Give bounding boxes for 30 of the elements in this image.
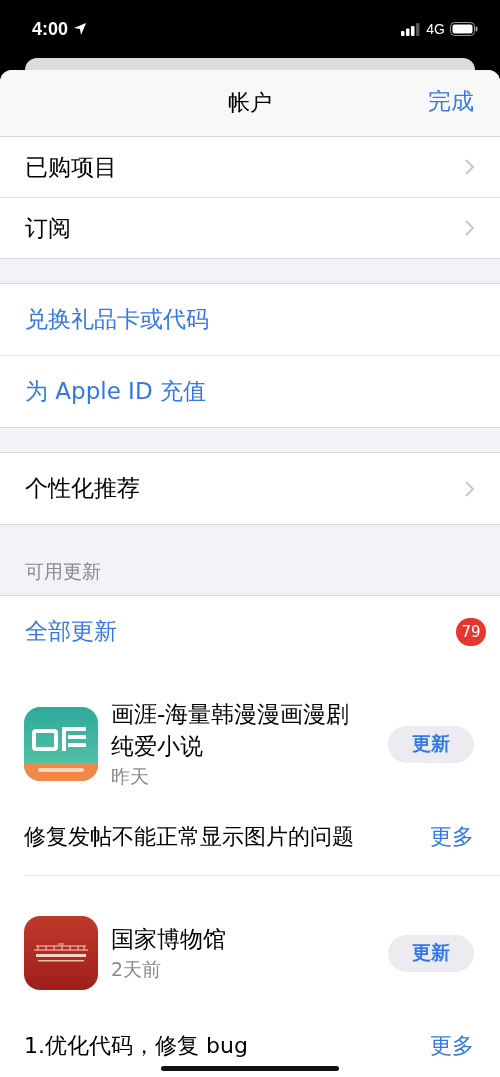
update-date: 昨天 — [111, 764, 150, 789]
app-name: 画涯-海量韩漫漫画漫剧纯爱小说 — [111, 700, 351, 761]
release-notes: 1.优化代码，修复 bug — [24, 1032, 248, 1060]
list-row[interactable]: 为 Apple ID 充值 — [0, 355, 500, 427]
more-link[interactable]: 更多 — [430, 822, 474, 852]
network-label: 4G — [426, 21, 445, 37]
app-name: 国家博物馆 — [111, 925, 227, 954]
chevron-icon — [465, 159, 474, 175]
signal-icon — [401, 22, 422, 36]
list-row[interactable]: 已购项目 — [0, 137, 500, 197]
clock-time: 4:00 — [32, 18, 69, 40]
location-icon — [73, 22, 88, 36]
section-header: 可用更新 — [25, 559, 101, 584]
update-button[interactable]: 更新 — [388, 934, 474, 972]
app-icon — [24, 707, 98, 781]
update-button[interactable]: 更新 — [388, 725, 474, 763]
done-button[interactable]: 完成 — [428, 86, 474, 117]
list-row[interactable]: 订阅 — [0, 197, 500, 258]
release-notes: 修复发帖不能正常显示图片的问题 — [24, 823, 354, 851]
more-link[interactable]: 更多 — [430, 1031, 474, 1061]
count-badge: 79 — [456, 617, 486, 646]
update-all-button[interactable]: 全部更新 — [25, 616, 117, 647]
update-date: 2天前 — [111, 957, 163, 982]
battery-icon — [450, 22, 478, 36]
list-row[interactable]: 兑换礼品卡或代码 — [0, 284, 500, 355]
list-row[interactable]: 个性化推荐 — [0, 453, 500, 524]
chevron-icon — [465, 220, 474, 236]
chevron-icon — [465, 480, 474, 497]
sheet-title: 帐户 — [228, 89, 272, 117]
app-icon — [24, 916, 98, 990]
